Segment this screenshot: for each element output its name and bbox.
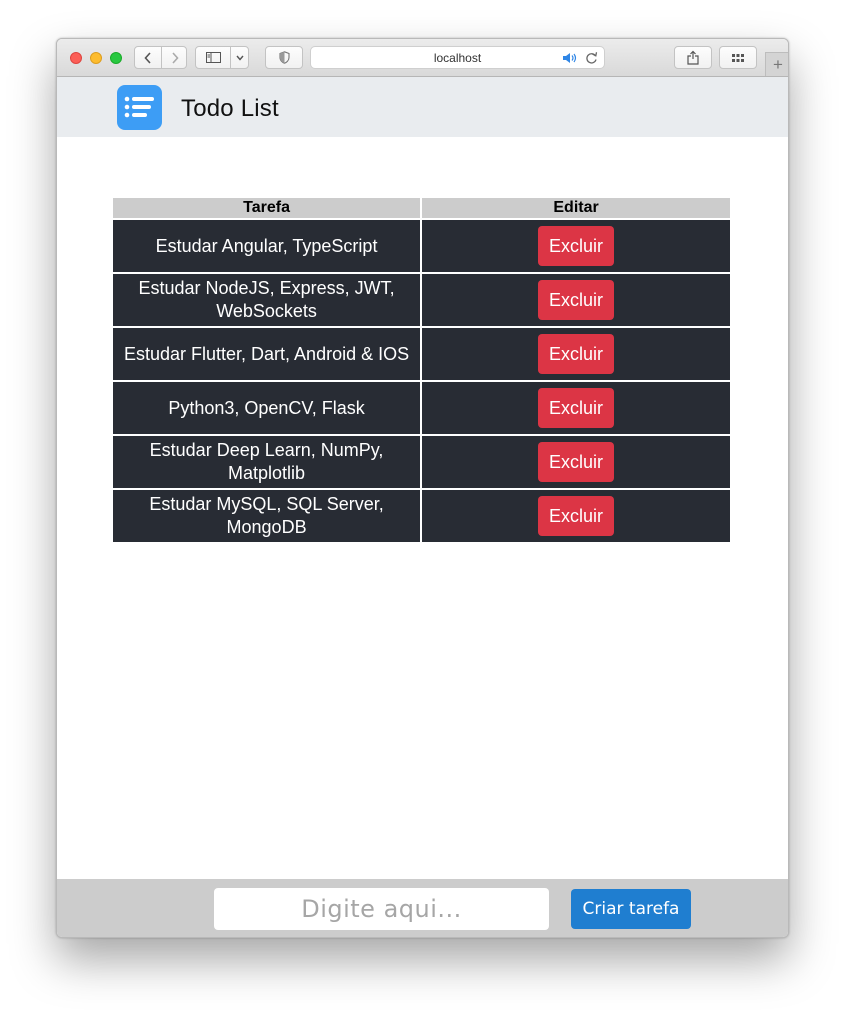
- table-row: Estudar Flutter, Dart, Android & IOS Exc…: [113, 328, 730, 380]
- task-actions: Excluir: [422, 382, 730, 434]
- task-name: Estudar Angular, TypeScript: [113, 220, 421, 272]
- browser-window: localhost + Todo List Tarefa Editar Estu…: [56, 38, 789, 938]
- tab-overview-button[interactable]: [719, 46, 757, 69]
- share-button[interactable]: [674, 46, 712, 69]
- tasks-table: Tarefa Editar Estudar Angular, TypeScrip…: [111, 196, 732, 544]
- task-name: Estudar Flutter, Dart, Android & IOS: [113, 328, 421, 380]
- table-row: Python3, OpenCV, Flask Excluir: [113, 382, 730, 434]
- table-row: Estudar Angular, TypeScript Excluir: [113, 220, 730, 272]
- shield-icon: [278, 51, 290, 64]
- reload-icon[interactable]: [585, 51, 598, 65]
- chevron-down-icon: [236, 55, 244, 61]
- column-header-edit: Editar: [422, 198, 730, 218]
- task-name: Estudar Deep Learn, NumPy, Matplotlib: [113, 436, 421, 488]
- task-actions: Excluir: [422, 436, 730, 488]
- speaker-icon[interactable]: [562, 52, 578, 64]
- history-nav-group: [134, 46, 187, 69]
- delete-task-button[interactable]: Excluir: [538, 388, 615, 428]
- table-row: Estudar MySQL, SQL Server, MongoDB Exclu…: [113, 490, 730, 542]
- forward-button[interactable]: [162, 47, 187, 68]
- table-row: Estudar Deep Learn, NumPy, Matplotlib Ex…: [113, 436, 730, 488]
- app-header: Todo List: [57, 77, 788, 137]
- chevron-right-icon: [171, 51, 179, 64]
- create-task-button[interactable]: Criar tarefa: [571, 889, 691, 929]
- privacy-report-button[interactable]: [265, 46, 303, 69]
- column-header-task: Tarefa: [113, 198, 421, 218]
- new-tab-button[interactable]: +: [765, 52, 788, 76]
- address-bar[interactable]: localhost: [310, 46, 605, 69]
- delete-task-button[interactable]: Excluir: [538, 280, 615, 320]
- delete-task-button[interactable]: Excluir: [538, 334, 615, 374]
- share-icon: [687, 50, 699, 65]
- task-form-footer: Criar tarefa: [57, 879, 788, 937]
- delete-task-button[interactable]: Excluir: [538, 226, 615, 266]
- task-actions: Excluir: [422, 328, 730, 380]
- list-icon: [117, 85, 162, 130]
- task-input[interactable]: [214, 888, 549, 930]
- table-header-row: Tarefa Editar: [113, 198, 730, 218]
- page-title: Todo List: [181, 95, 279, 122]
- close-window-button[interactable]: [70, 52, 82, 64]
- task-name: Estudar NodeJS, Express, JWT, WebSockets: [113, 274, 421, 326]
- task-actions: Excluir: [422, 220, 730, 272]
- browser-toolbar: localhost +: [57, 39, 788, 77]
- plus-icon: +: [773, 54, 783, 74]
- task-actions: Excluir: [422, 274, 730, 326]
- delete-task-button[interactable]: Excluir: [538, 442, 615, 482]
- task-actions: Excluir: [422, 490, 730, 542]
- zoom-window-button[interactable]: [110, 52, 122, 64]
- sidebar-button[interactable]: [196, 47, 230, 68]
- grid-icon: [732, 53, 744, 62]
- task-name: Estudar MySQL, SQL Server, MongoDB: [113, 490, 421, 542]
- sidebar-menu-button[interactable]: [231, 47, 249, 68]
- delete-task-button[interactable]: Excluir: [538, 496, 615, 536]
- sidebar-toggle-group: [195, 46, 249, 69]
- minimize-window-button[interactable]: [90, 52, 102, 64]
- table-row: Estudar NodeJS, Express, JWT, WebSockets…: [113, 274, 730, 326]
- address-text: localhost: [433, 50, 482, 65]
- chevron-left-icon: [144, 51, 151, 64]
- page-content: Todo List Tarefa Editar Estudar Angular,…: [57, 77, 788, 937]
- task-name: Python3, OpenCV, Flask: [113, 382, 421, 434]
- back-button[interactable]: [135, 47, 161, 68]
- sidebar-icon: [205, 52, 221, 63]
